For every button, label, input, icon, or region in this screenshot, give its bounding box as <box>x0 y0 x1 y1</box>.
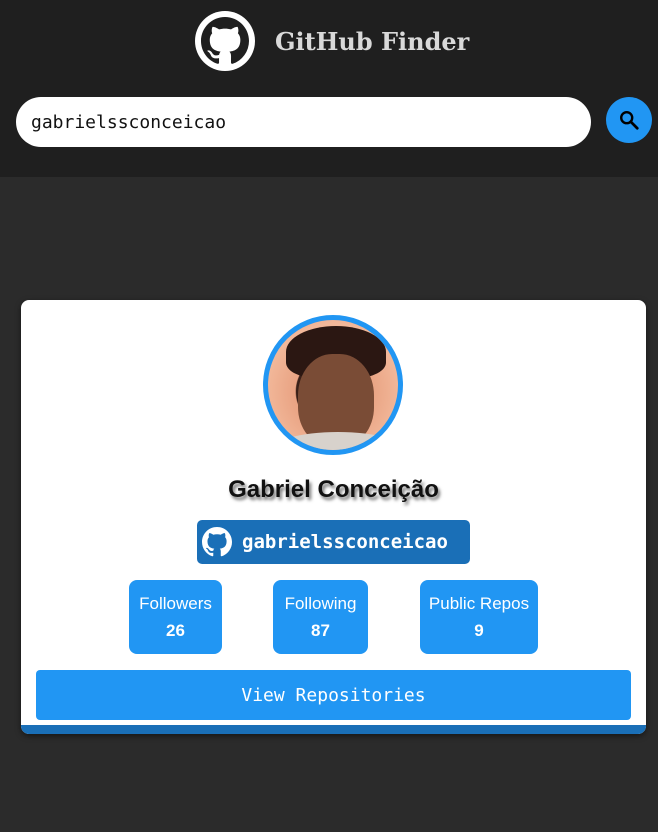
stat-label: Following <box>284 594 357 613</box>
app-title: GitHub Finder <box>275 26 470 56</box>
search-icon <box>620 111 639 130</box>
brand: GitHub Finder <box>195 11 469 71</box>
stat-label: Followers <box>139 594 212 613</box>
stat-followers: Followers 26 <box>129 580 222 654</box>
view-repositories-button[interactable]: View Repositories <box>36 670 631 720</box>
github-icon <box>202 527 232 557</box>
stat-value: 87 <box>311 621 330 640</box>
search-button[interactable] <box>606 97 652 143</box>
avatar <box>263 315 403 455</box>
search-input[interactable] <box>16 97 591 147</box>
stat-public-repos: Public Repos 9 <box>420 580 538 654</box>
stat-value: 9 <box>474 621 484 640</box>
stat-value: 26 <box>166 621 185 640</box>
card-footer-bar <box>21 725 646 734</box>
stat-label: Public Repos <box>428 594 530 613</box>
username-label: gabrielssconceicao <box>242 531 448 553</box>
github-icon <box>195 11 255 71</box>
header: GitHub Finder <box>0 0 658 177</box>
profile-card: Gabriel Conceição gabrielssconceicao Fol… <box>21 300 646 734</box>
profile-name: Gabriel Conceição <box>228 476 439 503</box>
username-link[interactable]: gabrielssconceicao <box>197 520 470 564</box>
stat-following: Following 87 <box>273 580 368 654</box>
